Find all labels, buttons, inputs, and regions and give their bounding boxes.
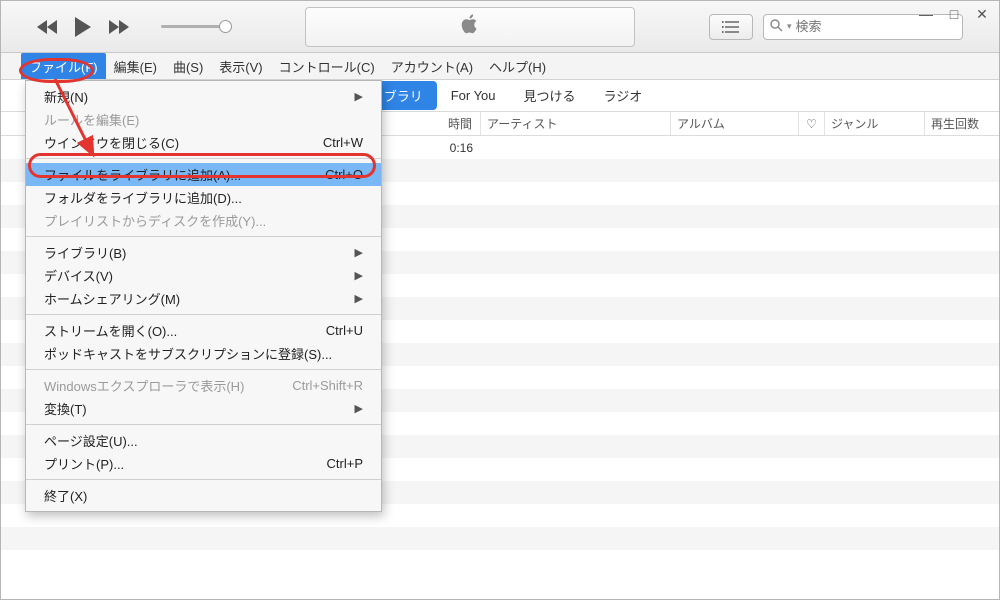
menu-item-shortcut: Ctrl+U — [326, 323, 363, 338]
menu-item[interactable]: プリント(P)... Ctrl+P — [26, 452, 381, 475]
menu-item-label: ルールを編集(E) — [44, 110, 139, 129]
submenu-arrow-icon: ▶ — [355, 292, 363, 305]
menu-song[interactable]: 曲(S) — [165, 53, 211, 79]
menu-item[interactable]: 終了(X) — [26, 484, 381, 507]
submenu-arrow-icon: ▶ — [355, 90, 363, 103]
menu-item-shortcut: Ctrl+Shift+R — [292, 378, 363, 393]
menu-item[interactable]: フォルダをライブラリに追加(D)... — [26, 186, 381, 209]
menu-item[interactable]: ホームシェアリング(M) ▶ — [26, 287, 381, 310]
menu-item[interactable]: ファイルをライブラリに追加(A)... Ctrl+O — [26, 163, 381, 186]
menu-view[interactable]: 表示(V) — [211, 53, 270, 79]
menu-item-label: 変換(T) — [44, 399, 87, 418]
minimize-button[interactable]: — — [917, 5, 935, 23]
table-row[interactable] — [1, 550, 999, 573]
menu-item[interactable]: デバイス(V) ▶ — [26, 264, 381, 287]
column-plays[interactable]: 再生回数 — [925, 112, 999, 135]
menu-item-label: フォルダをライブラリに追加(D)... — [44, 188, 242, 207]
table-row[interactable] — [1, 527, 999, 550]
submenu-arrow-icon: ▶ — [355, 402, 363, 415]
menu-item-label: ストリームを開く(O)... — [44, 321, 177, 340]
menu-separator — [26, 424, 381, 425]
column-genre[interactable]: ジャンル — [825, 112, 925, 135]
menu-item-shortcut: Ctrl+P — [327, 456, 363, 471]
search-icon — [770, 19, 783, 35]
now-playing-display — [231, 1, 709, 52]
menu-item-label: ライブラリ(B) — [44, 243, 126, 262]
search-dropdown-icon[interactable]: ▾ — [787, 21, 792, 32]
menu-item-label: 新規(N) — [44, 87, 88, 106]
column-artist[interactable]: アーティスト — [481, 112, 671, 135]
menu-item-label: Windowsエクスプローラで表示(H) — [44, 376, 244, 395]
submenu-arrow-icon: ▶ — [355, 269, 363, 282]
menu-separator — [26, 369, 381, 370]
now-playing-box — [305, 7, 635, 47]
menu-item: プレイリストからディスクを作成(Y)... — [26, 209, 381, 232]
tab-for-you[interactable]: For You — [437, 83, 510, 108]
tab-radio[interactable]: ラジオ — [590, 81, 657, 110]
menu-item[interactable]: ポッドキャストをサブスクリプションに登録(S)... — [26, 342, 381, 365]
submenu-arrow-icon: ▶ — [355, 246, 363, 259]
menu-item-label: ファイルをライブラリに追加(A)... — [44, 165, 241, 184]
file-menu-dropdown: 新規(N) ▶ ルールを編集(E) ウインドウを閉じる(C) Ctrl+W ファイルをライ… — [25, 80, 382, 512]
close-button[interactable]: ✕ — [973, 5, 991, 23]
menu-item[interactable]: 新規(N) ▶ — [26, 85, 381, 108]
column-favorite[interactable]: ♡ — [799, 112, 825, 135]
menu-item[interactable]: ページ設定(U)... — [26, 429, 381, 452]
volume-slider[interactable] — [161, 25, 231, 28]
list-view-button[interactable] — [709, 14, 753, 40]
menu-item[interactable]: ウインドウを閉じる(C) Ctrl+W — [26, 131, 381, 154]
menu-item-label: プリント(P)... — [44, 454, 124, 473]
column-album[interactable]: アルバム — [671, 112, 799, 135]
menu-item-label: ページ設定(U)... — [44, 431, 138, 450]
menu-item-label: ホームシェアリング(M) — [44, 289, 180, 308]
next-track-button[interactable] — [107, 19, 129, 35]
menu-item-shortcut: Ctrl+W — [323, 135, 363, 150]
player-bar: ▾ — [1, 1, 999, 53]
menu-item-shortcut: Ctrl+O — [325, 167, 363, 182]
previous-track-button[interactable] — [37, 19, 59, 35]
maximize-button[interactable]: □ — [945, 5, 963, 23]
menu-edit[interactable]: 編集(E) — [106, 53, 165, 79]
play-button[interactable] — [73, 16, 93, 38]
menu-separator — [26, 236, 381, 237]
menu-item-label: ウインドウを閉じる(C) — [44, 133, 179, 152]
menu-file[interactable]: ファイル(F) — [21, 53, 106, 79]
menu-item[interactable]: 変換(T) ▶ — [26, 397, 381, 420]
menu-item-label: デバイス(V) — [44, 266, 113, 285]
tab-browse[interactable]: 見つける — [510, 81, 590, 110]
menu-item-label: 終了(X) — [44, 486, 87, 505]
menu-item-label: ポッドキャストをサブスクリプションに登録(S)... — [44, 344, 332, 363]
menu-account[interactable]: アカウント(A) — [383, 53, 481, 79]
menu-item-label: プレイリストからディスクを作成(Y)... — [44, 211, 266, 230]
menu-controls[interactable]: コントロール(C) — [271, 53, 383, 79]
menu-bar: ファイル(F)編集(E)曲(S)表示(V)コントロール(C)アカウント(A)ヘル… — [1, 53, 999, 80]
menu-item: ルールを編集(E) — [26, 108, 381, 131]
menu-item: Windowsエクスプローラで表示(H) Ctrl+Shift+R — [26, 374, 381, 397]
window-controls: — □ ✕ — [917, 5, 991, 23]
menu-item[interactable]: ストリームを開く(O)... Ctrl+U — [26, 319, 381, 342]
menu-separator — [26, 314, 381, 315]
playback-controls — [1, 16, 231, 38]
menu-item[interactable]: ライブラリ(B) ▶ — [26, 241, 381, 264]
apple-logo-icon — [461, 14, 479, 39]
menu-help[interactable]: ヘルプ(H) — [481, 53, 554, 79]
app-window: — □ ✕ — [0, 0, 1000, 600]
menu-separator — [26, 479, 381, 480]
menu-separator — [26, 158, 381, 159]
